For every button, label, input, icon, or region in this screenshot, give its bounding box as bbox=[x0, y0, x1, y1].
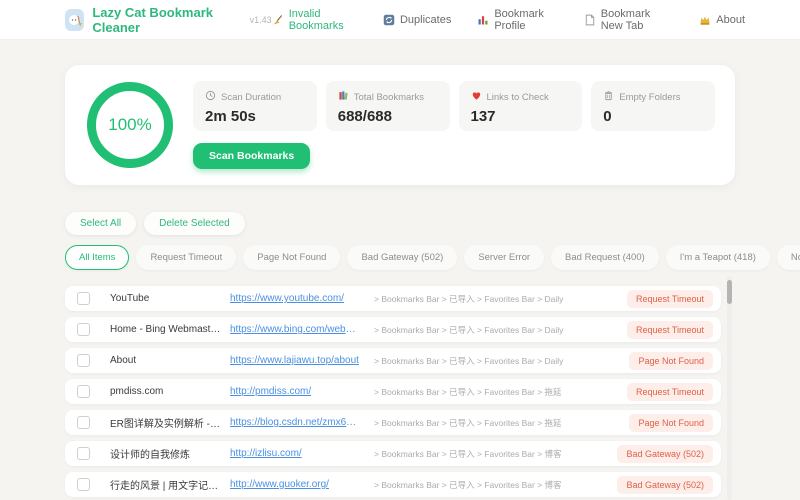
duplicates-icon bbox=[383, 14, 395, 26]
bookmark-url-link[interactable]: https://blog.csdn.net/zmx654321... bbox=[230, 417, 360, 428]
stats-row: Scan Duration 2m 50s Total Bookmarks 688/68… bbox=[193, 81, 715, 131]
filter-tab-i-m-a-teapot-418[interactable]: I'm a Teapot (418) bbox=[665, 245, 770, 270]
row-checkbox[interactable] bbox=[77, 292, 90, 305]
actions-row: Select All Delete Selected bbox=[65, 212, 245, 235]
bookmark-row: pmdiss.com http://pmdiss.com/ > Bookmarks … bbox=[65, 379, 721, 404]
books-icon bbox=[338, 90, 349, 104]
stat-value: 0 bbox=[603, 108, 612, 125]
bookmark-folder-path: > Bookmarks Bar > 已导入 > Favorites Bar > … bbox=[374, 417, 562, 428]
nav-item-label: Bookmark Profile bbox=[494, 7, 544, 32]
nav-item-label: Invalid Bookmarks bbox=[288, 7, 344, 32]
bookmark-row: ER图详解及实例解析 - 记忆碎片的... https://blog.csdn.n… bbox=[65, 410, 721, 435]
bookmark-folder-path: > Bookmarks Bar > 已导入 > Favorites Bar > … bbox=[374, 479, 562, 490]
bookmark-list: YouTube https://www.youtube.com/ > Bookmar… bbox=[65, 286, 721, 500]
scrollbar-track[interactable] bbox=[727, 276, 732, 500]
stat-label: Scan Duration bbox=[221, 91, 282, 103]
stat-value: 137 bbox=[470, 108, 496, 125]
row-checkbox[interactable] bbox=[77, 447, 90, 460]
bookmark-row: About https://www.lajiawu.top/about > Book… bbox=[65, 348, 721, 373]
status-badge: Page Not Found bbox=[629, 351, 713, 370]
stat-box-scan-duration: Scan Duration 2m 50s bbox=[193, 81, 317, 131]
bookmark-row: 设计师的自我修炼 http://izlisu.com/ > Bookmarks Ba… bbox=[65, 441, 721, 466]
scan-bookmarks-button[interactable]: Scan Bookmarks bbox=[193, 143, 311, 169]
filter-tab-bad-request-400[interactable]: Bad Request (400) bbox=[551, 245, 659, 270]
status-badge: Page Not Found bbox=[629, 413, 713, 432]
stat-box-links-to-check: Links to Check 137 bbox=[458, 81, 583, 131]
heart-icon bbox=[471, 90, 482, 104]
nav-item-invalid-bookmarks[interactable]: Invalid Bookmarks bbox=[272, 8, 357, 32]
bookmark-folder-path: > Bookmarks Bar > 已导入 > Favorites Bar > … bbox=[374, 324, 564, 335]
scrollbar-thumb[interactable] bbox=[727, 280, 732, 304]
app-header: Lazy Cat Bookmark Cleaner v1.43 Invalid … bbox=[0, 0, 800, 40]
stat-label: Total Bookmarks bbox=[353, 91, 424, 103]
app-logo-cat-icon bbox=[65, 8, 85, 31]
progress-ring: 100% bbox=[87, 82, 173, 168]
clock-icon bbox=[205, 90, 216, 104]
status-badge: Bad Gateway (502) bbox=[617, 475, 713, 494]
bookmark-title: YouTube bbox=[110, 293, 150, 304]
bookmark-title: pmdiss.com bbox=[110, 386, 164, 397]
app-title: Lazy Cat Bookmark Cleaner bbox=[92, 4, 214, 35]
progress-percent: 100% bbox=[108, 115, 152, 134]
nav-item-about[interactable]: About bbox=[699, 14, 745, 26]
row-checkbox[interactable] bbox=[77, 478, 90, 491]
bookmark-row: YouTube https://www.youtube.com/ > Bookmar… bbox=[65, 286, 721, 311]
summary-card: 100% Scan Duration 2m 50s Total Bookmarks 6… bbox=[65, 65, 735, 185]
row-checkbox[interactable] bbox=[77, 385, 90, 398]
bookmark-title: About bbox=[110, 355, 137, 366]
about-icon bbox=[699, 14, 711, 26]
trash-icon bbox=[603, 90, 614, 104]
stat-box-empty-folders: Empty Folders 0 bbox=[591, 81, 715, 131]
bookmark-url-link[interactable]: https://www.bing.com/webmaster... bbox=[230, 324, 360, 335]
bookmark-folder-path: > Bookmarks Bar > 已导入 > Favorites Bar > … bbox=[374, 386, 562, 397]
bar-chart-icon bbox=[477, 14, 489, 26]
bookmark-url-link[interactable]: https://www.lajiawu.top/about bbox=[230, 355, 360, 366]
row-checkbox[interactable] bbox=[77, 323, 90, 336]
filter-tab-page-not-found[interactable]: Page Not Found bbox=[243, 245, 341, 270]
bookmark-title: 行走的风景 | 用文字记录人生的风景 bbox=[110, 481, 222, 492]
stat-label: Empty Folders bbox=[619, 91, 681, 103]
stat-box-total-bookmarks: Total Bookmarks 688/688 bbox=[325, 81, 450, 131]
bookmark-title: 设计师的自我修炼 bbox=[110, 450, 190, 461]
filter-tab-request-timeout[interactable]: Request Timeout bbox=[136, 245, 237, 270]
nav-item-label: About bbox=[716, 13, 745, 26]
bookmark-url-link[interactable]: https://www.youtube.com/ bbox=[230, 293, 360, 304]
filter-tab-server-error[interactable]: Server Error bbox=[464, 245, 545, 270]
row-checkbox[interactable] bbox=[77, 354, 90, 367]
filter-tab-non-standard-error-468[interactable]: Non-standard Error (468) bbox=[776, 245, 800, 270]
nav-item-duplicates[interactable]: Duplicates bbox=[383, 14, 451, 26]
bookmark-title: Home - Bing Webmaster Tools bbox=[110, 324, 222, 335]
select-all-button[interactable]: Select All bbox=[65, 212, 137, 235]
bookmark-url-link[interactable]: http://pmdiss.com/ bbox=[230, 386, 360, 397]
delete-selected-button[interactable]: Delete Selected bbox=[144, 212, 245, 235]
filter-tab-all-items[interactable]: All Items bbox=[65, 245, 130, 270]
nav-item-label: Duplicates bbox=[399, 13, 452, 26]
bookmark-url-link[interactable]: http://izlisu.com/ bbox=[230, 448, 360, 459]
status-badge: Request Timeout bbox=[626, 320, 713, 339]
new-tab-icon bbox=[584, 14, 596, 26]
bookmark-folder-path: > Bookmarks Bar > 已导入 > Favorites Bar > … bbox=[374, 355, 564, 366]
filter-tab-bad-gateway-502[interactable]: Bad Gateway (502) bbox=[347, 245, 458, 270]
bookmark-folder-path: > Bookmarks Bar > 已导入 > Favorites Bar > … bbox=[374, 448, 562, 459]
stat-value: 688/688 bbox=[337, 108, 392, 125]
broom-icon bbox=[272, 14, 284, 26]
bookmark-url-link[interactable]: http://www.guoker.org/ bbox=[230, 479, 360, 490]
row-checkbox[interactable] bbox=[77, 416, 90, 429]
stat-value: 2m 50s bbox=[205, 108, 256, 125]
stat-label: Links to Check bbox=[486, 91, 549, 103]
bookmark-folder-path: > Bookmarks Bar > 已导入 > Favorites Bar > … bbox=[374, 293, 564, 304]
status-badge: Bad Gateway (502) bbox=[617, 444, 713, 463]
bookmark-row: 行走的风景 | 用文字记录人生的风景 http://www.guoker.org/… bbox=[65, 472, 721, 497]
status-badge: Request Timeout bbox=[626, 289, 713, 308]
filter-tabs: All Items Request Timeout Page Not Found Ba… bbox=[65, 245, 800, 270]
nav-item-label: Bookmark New Tab bbox=[600, 7, 651, 32]
nav-item-bookmark-new-tab[interactable]: Bookmark New Tab bbox=[584, 8, 674, 32]
bookmark-title: ER图详解及实例解析 - 记忆碎片的... bbox=[110, 419, 222, 430]
header-nav: Invalid Bookmarks Duplicates Bookmark Prof… bbox=[272, 8, 745, 32]
status-badge: Request Timeout bbox=[626, 382, 713, 401]
nav-item-bookmark-profile[interactable]: Bookmark Profile bbox=[477, 8, 557, 32]
bookmark-row: Home - Bing Webmaster Tools https://www.b… bbox=[65, 317, 721, 342]
app-version: v1.43 bbox=[249, 14, 272, 25]
